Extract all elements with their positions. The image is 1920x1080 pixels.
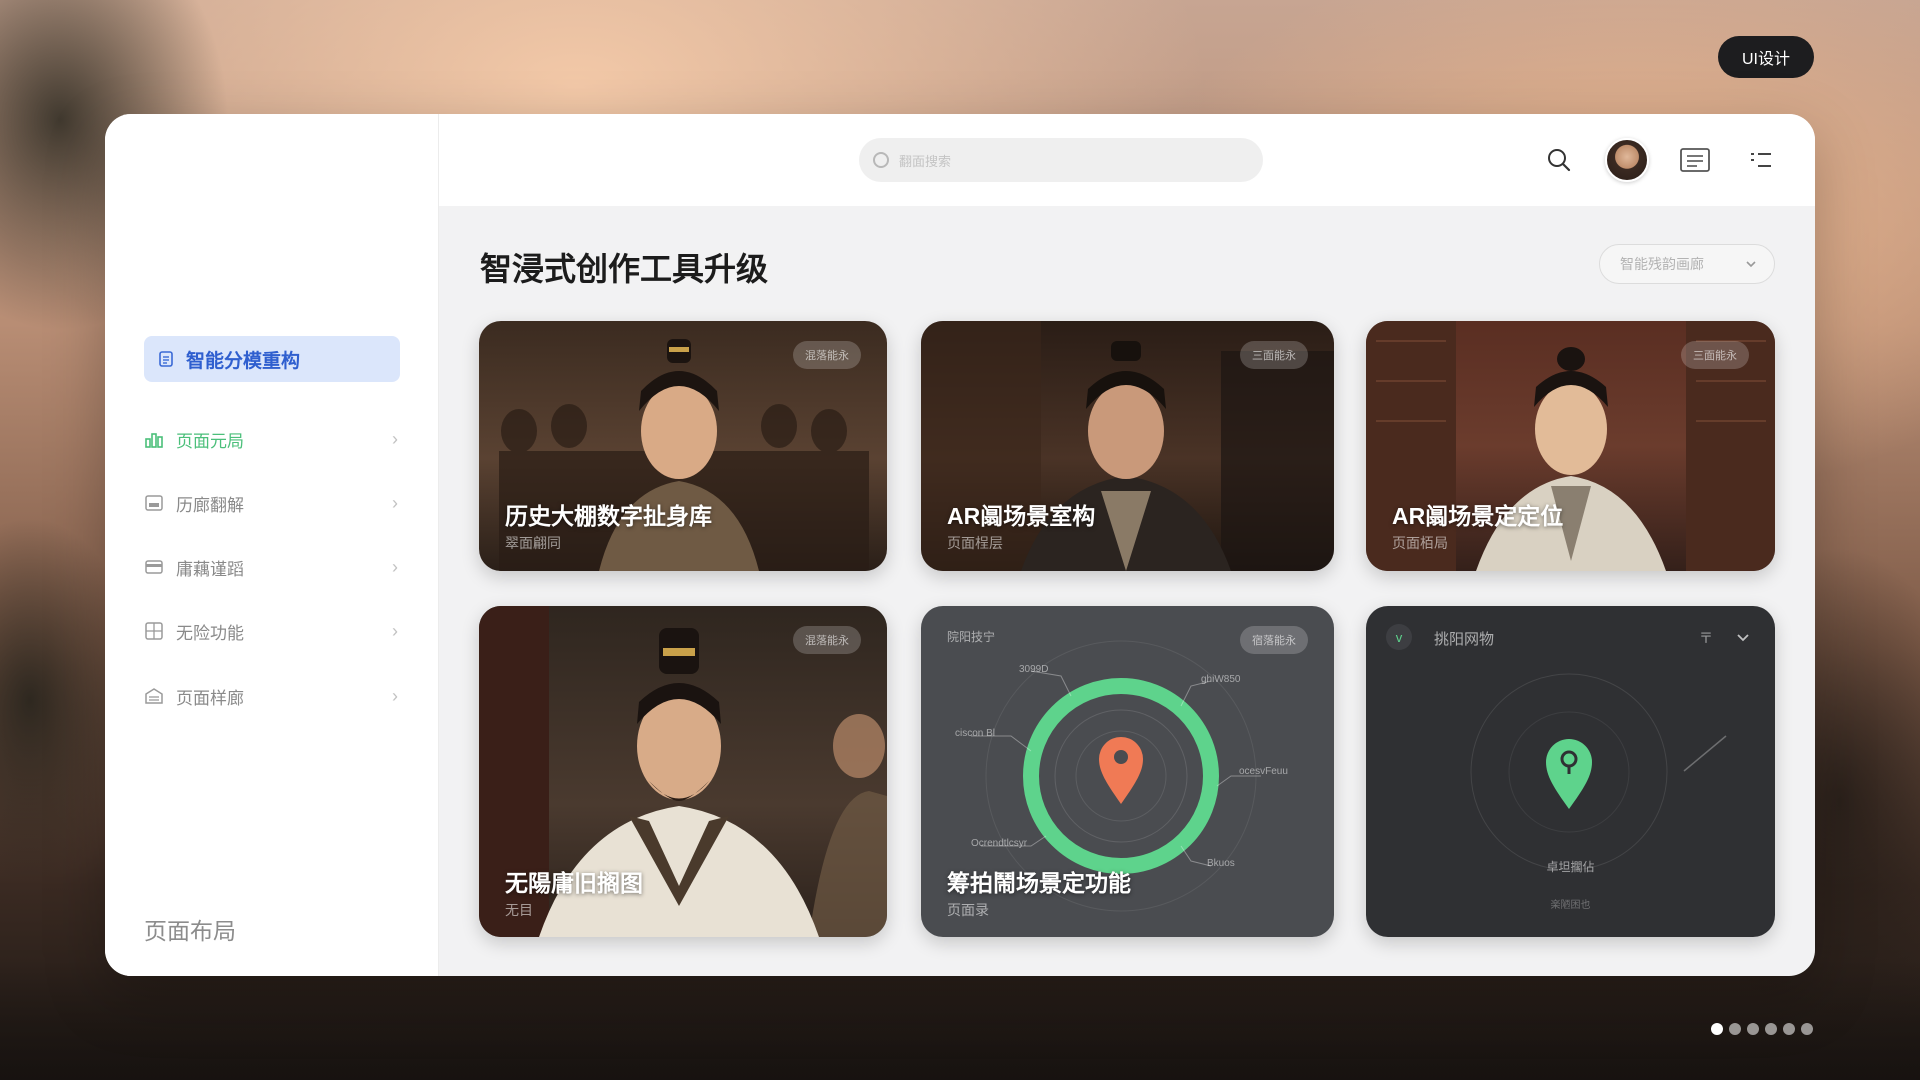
menu-icon[interactable] [1741, 140, 1781, 180]
chevron-right-icon: › [392, 492, 398, 513]
card-3[interactable]: 三面能永 AR阘场景定定位 页面栢局 [1366, 321, 1775, 571]
search-placeholder: 翻面搜索 [899, 153, 952, 169]
diagram-label: ocesvFeuu [1239, 766, 1288, 777]
sidebar-item-5[interactable]: 页面样廊 › [144, 676, 400, 716]
card-6[interactable]: v 挑阳网物 〒 卓坦擱佔 楽陋困也 [1366, 606, 1775, 937]
card-5[interactable]: 院阳技宁 宿落能永 3099D ghiW850 ciscon Bl ocesvF… [921, 606, 1334, 937]
ui-design-tag[interactable]: UI设计 [1718, 36, 1814, 78]
card-subtitle: 页面录 [947, 902, 989, 918]
chart-icon [144, 429, 164, 449]
radar-caption: 卓坦擱佔 [1546, 860, 1595, 874]
document-icon [156, 349, 176, 369]
sidebar-item-label: 页面样廊 [176, 688, 244, 708]
page-dot[interactable] [1801, 1023, 1813, 1035]
document-list-icon[interactable] [1675, 140, 1715, 180]
card-1[interactable]: 混落能永 历史大棚数字扯身库 翠面翩同 [479, 321, 887, 571]
page-dot[interactable] [1783, 1023, 1795, 1035]
search-input[interactable]: 翻面搜索 [859, 138, 1263, 182]
grid-icon [144, 621, 164, 641]
card-title: 历史大棚数字扯身库 [505, 503, 712, 529]
chevron-right-icon: › [392, 620, 398, 641]
card-title: 筹拍鬧场景定功能 [947, 870, 1131, 896]
card-subtitle: 页面栢局 [1392, 535, 1448, 551]
card-subtitle: 翠面翩同 [505, 535, 561, 551]
page-dot[interactable] [1765, 1023, 1777, 1035]
sidebar-item-4[interactable]: 无险功能 › [144, 611, 400, 651]
chevron-right-icon: › [392, 428, 398, 449]
top-icons [1539, 138, 1781, 182]
page-dot[interactable] [1729, 1023, 1741, 1035]
sidebar-footer-label: 页面布局 [144, 918, 236, 944]
page-dot[interactable] [1711, 1023, 1723, 1035]
sidebar-item-label: 庸藕谨蹈 [176, 559, 244, 579]
image-icon [144, 493, 164, 513]
search-icon [873, 152, 889, 168]
card-title: AR阘场景定定位 [1392, 503, 1564, 529]
sidebar-item-active[interactable]: 智能分模重构 [144, 336, 400, 382]
diagram-label: Ocrendtlcsyr [971, 838, 1028, 849]
sidebar-item-label: 页面元局 [176, 431, 244, 451]
radar-subcaption: 楽陋困也 [1550, 900, 1591, 911]
sidebar: 智能分模重构 页面元局 › 历廊翻解 › 庸藕谨蹈 › 无险功能 › 页面样廊 … [105, 114, 439, 976]
card-subtitle: 页面桯层 [947, 535, 1003, 551]
card-badge: 混落能永 [793, 341, 861, 369]
dropdown-label: 智能残韵画廊 [1620, 256, 1704, 272]
app-window: 智能分模重构 页面元局 › 历廊翻解 › 庸藕谨蹈 › 无险功能 › 页面样廊 … [105, 114, 1815, 976]
sidebar-item-label: 智能分模重构 [186, 350, 301, 372]
card-4[interactable]: 混落能永 无陽庸旧搁图 无目 [479, 606, 887, 937]
radar-graphic [1470, 673, 1727, 871]
diagram-label: 3099D [1019, 664, 1049, 675]
diagram-label: Bkuos [1207, 858, 1235, 869]
sidebar-item-label: 历廊翻解 [176, 495, 244, 515]
card-title: 无陽庸旧搁图 [505, 870, 643, 896]
sidebar-item-label: 无险功能 [176, 623, 244, 643]
card-subtitle: 无目 [505, 902, 533, 918]
sidebar-item-2[interactable]: 历廊翻解 › [144, 483, 400, 523]
filter-dropdown[interactable]: 智能残韵画廊 [1599, 244, 1775, 284]
card-badge: 三面能永 [1681, 341, 1749, 369]
card-badge: 混落能永 [793, 626, 861, 654]
page-indicator[interactable] [1711, 1023, 1813, 1035]
search-icon[interactable] [1539, 140, 1579, 180]
page-title: 智浸式创作工具升级 [480, 251, 769, 287]
chevron-right-icon: › [392, 685, 398, 706]
diagram-label: ghiW850 [1201, 674, 1241, 685]
background-ground [0, 960, 1920, 1080]
page-dot[interactable] [1747, 1023, 1759, 1035]
card-badge: 三面能永 [1240, 341, 1308, 369]
diagram-label: ciscon Bl [955, 728, 996, 739]
sidebar-item-page-layout[interactable]: 页面元局 › [144, 419, 400, 459]
card-icon [144, 557, 164, 577]
card-2[interactable]: 三面能永 AR阘场景室构 页面桯层 [921, 321, 1334, 571]
chevron-right-icon: › [392, 556, 398, 577]
sidebar-item-3[interactable]: 庸藕谨蹈 › [144, 547, 400, 587]
avatar[interactable] [1605, 138, 1649, 182]
chevron-down-icon [1746, 261, 1756, 268]
stack-icon [144, 686, 164, 706]
card-title: AR阘场景室构 [947, 503, 1096, 529]
